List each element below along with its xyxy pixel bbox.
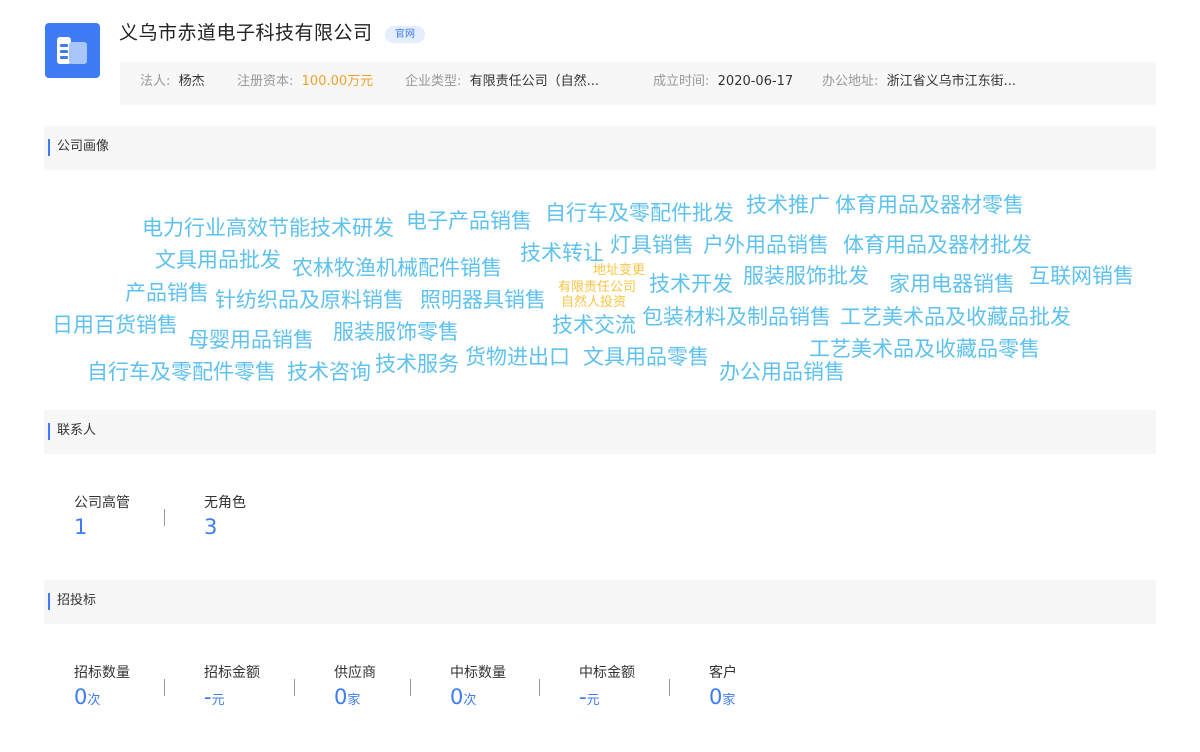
stat-suppliers[interactable]: 供应商 0家 — [334, 662, 376, 709]
cloud-word: 技术推广 — [746, 193, 830, 217]
cloud-word: 技术服务 — [375, 352, 459, 376]
stat-divider — [164, 679, 165, 696]
cloud-word: 地址变更 — [593, 263, 646, 278]
cloud-word: 技术转让 — [520, 241, 604, 265]
cloud-word: 体育用品及器材批发 — [843, 233, 1032, 257]
cloud-word: 灯具销售 — [610, 233, 694, 257]
cloud-word: 技术交流 — [552, 313, 636, 337]
stat-value: 1 — [74, 515, 88, 539]
section-accent-bar — [48, 139, 50, 156]
cloud-word: 文具用品批发 — [155, 248, 281, 272]
cloud-word: 母婴用品销售 — [188, 328, 314, 352]
cloud-word: 日用百货销售 — [52, 313, 178, 337]
stat-value: 0次 — [74, 685, 101, 709]
stat-tender-count[interactable]: 招标数量 0次 — [74, 662, 130, 709]
stat-divider — [164, 509, 165, 526]
stat-label: 供应商 — [334, 665, 376, 681]
section-title: 招投标 — [57, 593, 97, 608]
section-header-portrait: 公司画像 — [44, 126, 1156, 170]
stat-label: 无角色 — [204, 495, 246, 511]
cloud-word: 文具用品零售 — [583, 345, 709, 369]
official-website-link[interactable]: 官网 — [385, 26, 425, 43]
stat-award-count[interactable]: 中标数量 0次 — [450, 662, 506, 709]
cloud-word: 技术咨询 — [287, 360, 371, 384]
cloud-word: 户外用品销售 — [703, 233, 829, 257]
info-key: 法人: — [140, 74, 171, 89]
stat-tender-amount[interactable]: 招标金额 -元 — [204, 662, 260, 709]
stat-label: 中标数量 — [450, 665, 506, 681]
company-logo — [45, 23, 100, 78]
section-title: 公司画像 — [57, 139, 110, 154]
section-header-bidding: 招投标 — [44, 580, 1156, 624]
stat-value: -元 — [579, 685, 600, 709]
stat-value: 0次 — [450, 685, 477, 709]
stat-divider — [294, 679, 295, 696]
info-legal-person: 法人: 杨杰 — [140, 62, 205, 102]
cloud-word: 针纺织品及原料销售 — [215, 288, 404, 312]
cloud-word: 照明器具销售 — [420, 288, 546, 312]
info-key: 成立时间: — [653, 74, 710, 89]
info-value: 有限责任公司（自然... — [469, 74, 600, 89]
stat-value: 0家 — [709, 685, 736, 709]
section-accent-bar — [48, 423, 50, 440]
stat-value: 0家 — [334, 685, 361, 709]
cloud-word: 服装服饰零售 — [333, 320, 459, 344]
word-cloud: 电力行业高效节能技术研发 电子产品销售 自行车及零配件批发 技术推广 体育用品及… — [0, 170, 1200, 400]
stat-label: 招标数量 — [74, 665, 130, 681]
cloud-word: 家用电器销售 — [889, 272, 1015, 296]
stat-label: 公司高管 — [74, 495, 130, 511]
stat-divider — [539, 679, 540, 696]
stat-label: 招标金额 — [204, 665, 260, 681]
cloud-word: 电力行业高效节能技术研发 — [142, 216, 394, 240]
section-header-contacts: 联系人 — [44, 410, 1156, 454]
section-accent-bar — [48, 593, 50, 610]
stat-divider — [410, 679, 411, 696]
info-key: 注册资本: — [237, 74, 294, 89]
info-office-address: 办公地址: 浙江省义乌市江东街... — [822, 62, 1016, 102]
info-value: 浙江省义乌市江东街... — [886, 74, 1017, 89]
cloud-word: 电子产品销售 — [406, 209, 532, 233]
stat-label: 中标金额 — [579, 665, 635, 681]
info-value[interactable]: 杨杰 — [179, 74, 205, 89]
cloud-word: 自然人投资 — [561, 295, 627, 310]
cloud-word: 工艺美术品及收藏品批发 — [840, 305, 1071, 329]
cloud-word: 技术开发 — [649, 272, 733, 296]
info-key: 办公地址: — [822, 74, 879, 89]
info-registered-capital: 注册资本: 100.00万元 — [237, 62, 373, 102]
cloud-word: 服装服饰批发 — [743, 264, 869, 288]
cloud-word: 有限责任公司 — [558, 280, 637, 295]
info-value: 100.00万元 — [301, 74, 374, 89]
stat-label: 客户 — [709, 665, 737, 681]
stat-divider — [669, 679, 670, 696]
cloud-word: 办公用品销售 — [719, 360, 845, 384]
info-key: 企业类型: — [405, 74, 462, 89]
cloud-word: 体育用品及器材零售 — [835, 193, 1024, 217]
section-title: 联系人 — [57, 423, 97, 438]
stat-value: -元 — [204, 685, 225, 709]
info-value: 2020-06-17 — [717, 74, 794, 89]
cloud-word: 自行车及零配件批发 — [545, 201, 734, 225]
cloud-word: 工艺美术品及收藏品零售 — [809, 337, 1040, 361]
cloud-word: 包装材料及制品销售 — [642, 305, 831, 329]
cloud-word: 互联网销售 — [1029, 264, 1134, 288]
company-info-bar: 法人: 杨杰 注册资本: 100.00万元 企业类型: 有限责任公司（自然...… — [120, 62, 1156, 105]
stat-no-role[interactable]: 无角色 3 — [204, 492, 246, 539]
cloud-word: 自行车及零配件零售 — [87, 360, 276, 384]
info-established-date: 成立时间: 2020-06-17 — [653, 62, 793, 102]
cloud-word: 农林牧渔机械配件销售 — [292, 256, 502, 280]
company-name: 义乌市赤道电子科技有限公司 — [119, 22, 373, 44]
stat-value: 3 — [204, 515, 218, 539]
stat-award-amount[interactable]: 中标金额 -元 — [579, 662, 635, 709]
stat-customers[interactable]: 客户 0家 — [709, 662, 737, 709]
info-company-type: 企业类型: 有限责任公司（自然... — [405, 62, 599, 102]
stat-executives[interactable]: 公司高管 1 — [74, 492, 130, 539]
cloud-word: 产品销售 — [125, 281, 209, 305]
cloud-word: 货物进出口 — [465, 345, 570, 369]
